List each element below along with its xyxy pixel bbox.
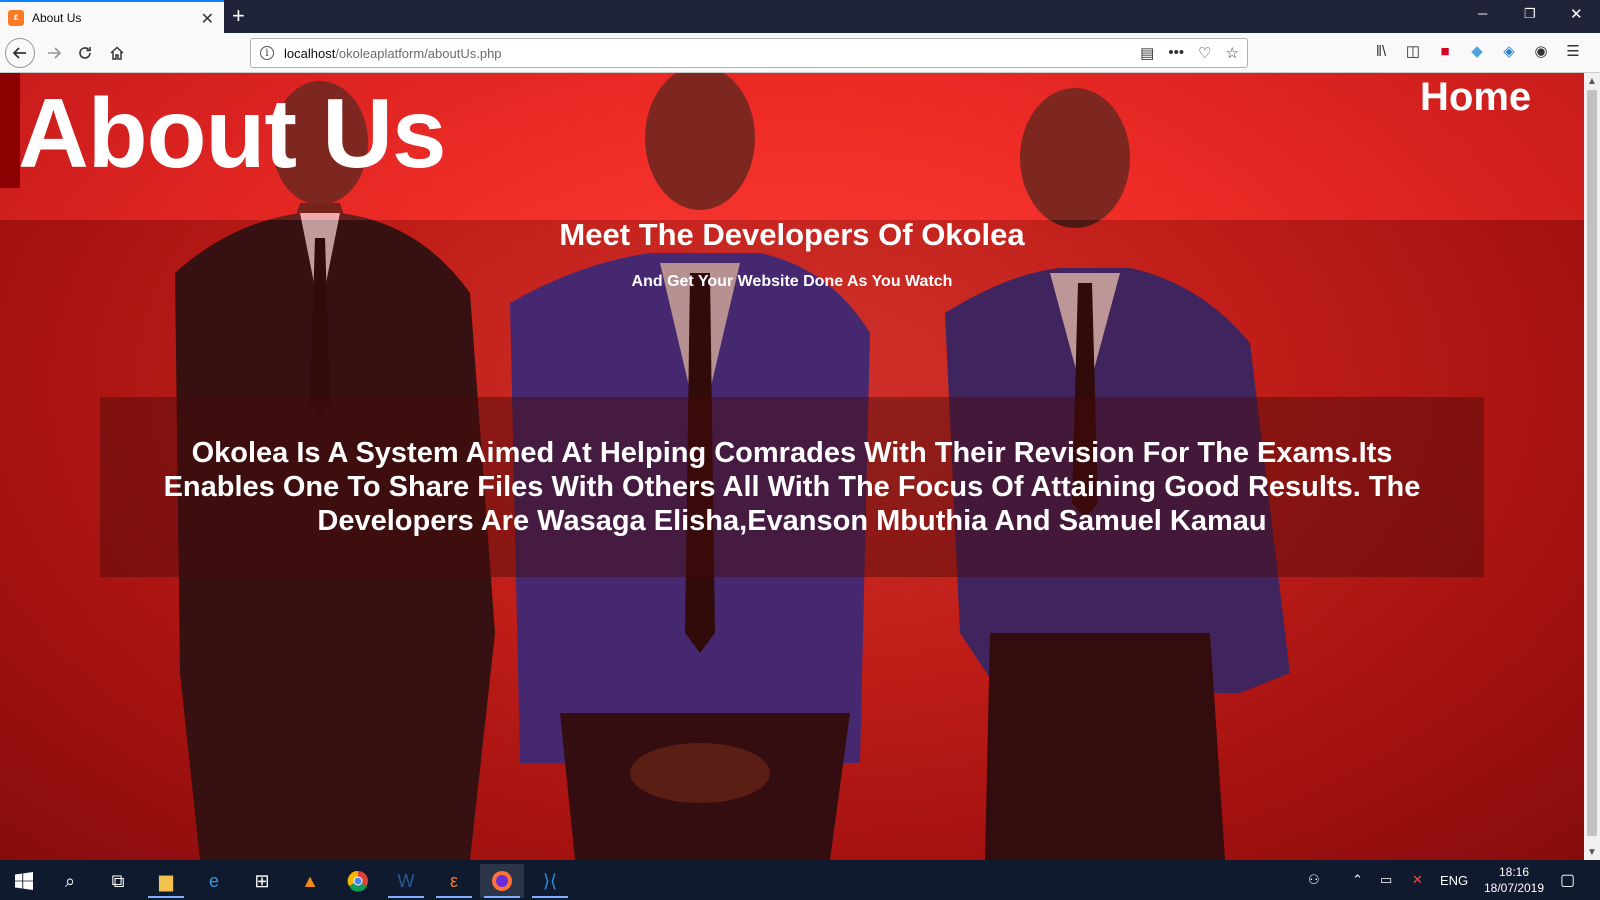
language-indicator[interactable]: ENG	[1440, 860, 1468, 900]
tab-title: About Us	[32, 10, 82, 25]
clock-date: 18/07/2019	[1483, 881, 1545, 895]
section-heading: Meet The Developers Of Okolea	[559, 217, 1025, 252]
pocket-icon[interactable]: ♡	[1198, 44, 1211, 62]
download-extension-icon[interactable]: ■	[1436, 42, 1454, 60]
about-page: About Us Home Meet The Developers Of Oko…	[0, 73, 1584, 860]
scroll-down-icon[interactable]: ▼	[1584, 844, 1600, 860]
url-text[interactable]: localhost/okoleaplatform/aboutUs.php	[284, 46, 502, 61]
notifications-icon[interactable]: ▢	[1560, 860, 1575, 900]
menu-icon[interactable]: ☰	[1564, 42, 1582, 60]
tab-about-us[interactable]: ε About Us ✕	[0, 0, 224, 33]
clock[interactable]: 18:16 18/07/2019	[1474, 864, 1554, 896]
scroll-thumb[interactable]	[1587, 90, 1597, 836]
firefox-icon[interactable]	[480, 864, 524, 898]
chrome-logo-icon	[347, 870, 368, 892]
store-icon[interactable]: ⊞	[240, 864, 284, 898]
extension-icon[interactable]: ◆	[1468, 42, 1486, 60]
clock-time: 18:16	[1498, 865, 1530, 879]
url-bar[interactable]: i localhost/okoleaplatform/aboutUs.php ▤…	[250, 38, 1248, 68]
arrow-left-icon	[12, 47, 26, 59]
word-icon[interactable]: W	[384, 864, 428, 898]
scroll-up-icon[interactable]: ▲	[1584, 73, 1600, 89]
xampp-favicon-icon: ε	[8, 9, 24, 26]
url-path: /okoleaplatform/aboutUs.php	[335, 45, 502, 61]
battery-icon[interactable]: ▭	[1380, 860, 1392, 900]
vscode-icon[interactable]: ⟩⟨	[528, 864, 572, 898]
url-host: localhost	[284, 45, 336, 61]
page-scrollbar[interactable]: ▲ ▼	[1584, 73, 1600, 860]
people-icon[interactable]: ⚇	[1308, 860, 1320, 900]
xampp-icon[interactable]: ε	[432, 864, 476, 898]
library-icon[interactable]: ‖\	[1372, 42, 1390, 60]
home-button[interactable]	[103, 39, 131, 67]
section-tagline: And Get Your Website Done As You Watch	[631, 273, 953, 290]
minimize-icon[interactable]: ─	[1478, 6, 1487, 21]
home-icon	[110, 46, 124, 60]
account-icon[interactable]: ◉	[1532, 42, 1550, 60]
window-close-icon[interactable]: ✕	[1570, 5, 1583, 23]
reload-button[interactable]	[71, 39, 99, 67]
restore-icon[interactable]: ❐	[1524, 6, 1536, 22]
tab-strip: ε About Us ✕ + ─ ❐ ✕	[0, 0, 1600, 33]
forward-button[interactable]	[40, 39, 68, 67]
chrome-icon[interactable]	[336, 864, 380, 898]
reload-icon	[79, 47, 91, 59]
vlc-icon[interactable]: ▲	[288, 864, 332, 898]
taskbar: ⌕ ⧉ ▆ e ⊞ ▲ W ε ⟩⟨ ⚇ ⌃ ▭ ✕ ENG 18:16 18/…	[0, 860, 1600, 900]
start-button[interactable]	[2, 864, 46, 898]
bookmark-star-icon[interactable]: ☆	[1226, 44, 1239, 62]
task-view-icon[interactable]: ⧉	[96, 864, 140, 898]
page-title: About Us	[18, 78, 446, 188]
sidebar-icon[interactable]: ◫	[1404, 42, 1422, 60]
network-icon[interactable]: ✕	[1412, 860, 1423, 900]
new-tab-icon[interactable]: +	[232, 3, 245, 29]
description-text: Okolea Is A System Aimed At Helping Comr…	[163, 437, 1421, 537]
tab-close-icon[interactable]: ✕	[201, 9, 214, 29]
page-actions-icon[interactable]: •••	[1168, 44, 1184, 62]
edge-icon[interactable]: e	[192, 864, 236, 898]
reader-view-icon[interactable]: ▤	[1140, 44, 1154, 62]
header-accent-bar	[0, 73, 20, 188]
site-info-icon[interactable]: i	[260, 46, 274, 60]
file-explorer-icon[interactable]: ▆	[144, 864, 188, 898]
search-icon[interactable]: ⌕	[48, 864, 92, 898]
windows-logo-icon	[15, 872, 33, 890]
back-button[interactable]	[5, 38, 35, 68]
firefox-logo-icon	[492, 871, 512, 891]
chevron-up-icon[interactable]: ⌃	[1352, 860, 1363, 900]
home-link[interactable]: Home	[1420, 75, 1531, 120]
shield-extension-icon[interactable]: ◈	[1500, 42, 1518, 60]
description-panel: Okolea Is A System Aimed At Helping Comr…	[100, 397, 1484, 577]
arrow-right-icon	[48, 47, 62, 59]
nav-toolbar: i localhost/okoleaplatform/aboutUs.php ▤…	[0, 33, 1600, 73]
